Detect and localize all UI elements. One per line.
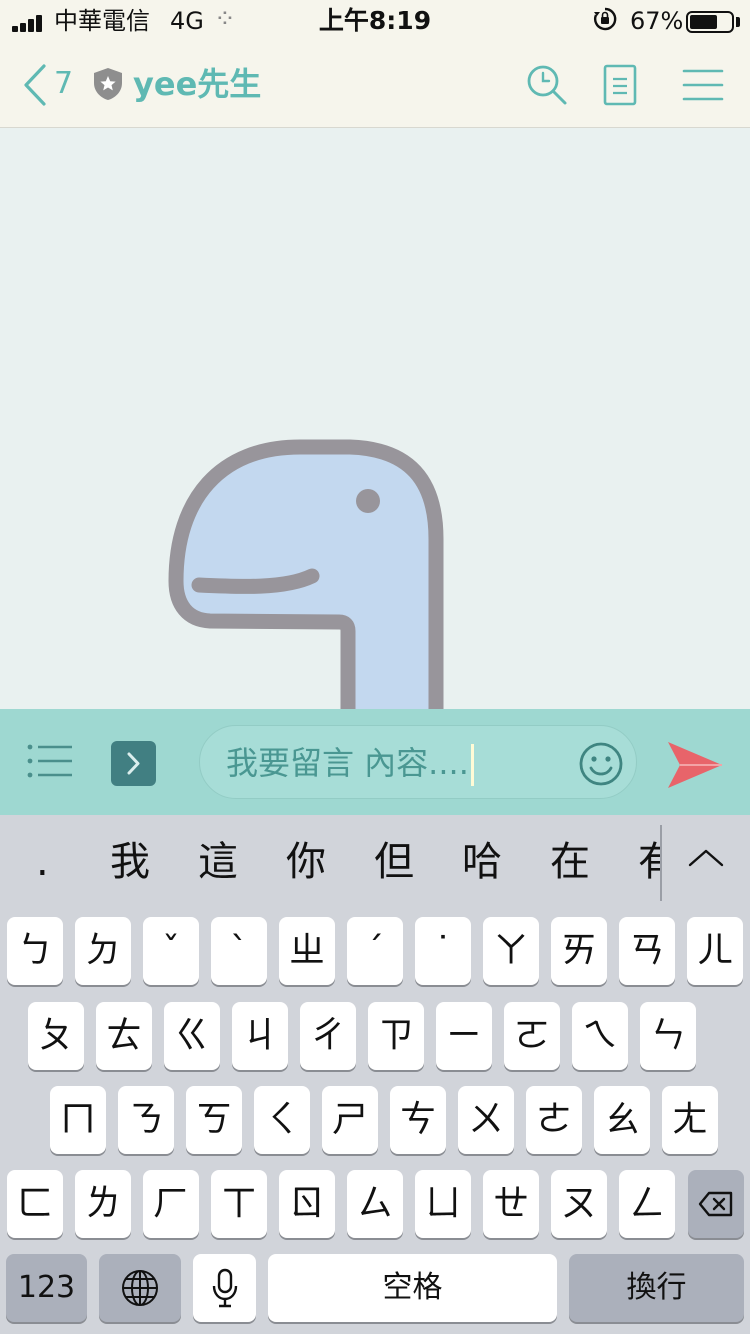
key-bopomofo[interactable]: ㄅ bbox=[7, 917, 63, 985]
key-tone[interactable]: ˋ bbox=[211, 917, 267, 985]
key-bopomofo[interactable]: ㄦ bbox=[687, 917, 743, 985]
key-bopomofo[interactable]: ㄑ bbox=[254, 1086, 310, 1154]
hamburger-icon[interactable] bbox=[680, 62, 726, 108]
candidate-word[interactable]: 在 bbox=[550, 837, 590, 887]
candidate-overflow: 有 bbox=[638, 815, 660, 909]
globe-key[interactable] bbox=[99, 1254, 181, 1322]
candidate-word[interactable]: 但 bbox=[374, 837, 414, 887]
key-bopomofo[interactable]: ㄤ bbox=[662, 1086, 718, 1154]
key-bopomofo[interactable]: ㄈ bbox=[7, 1170, 63, 1238]
rotation-lock-icon bbox=[594, 7, 617, 31]
key-bopomofo[interactable]: ㄆ bbox=[28, 1002, 84, 1070]
candidate-word[interactable]: 我 bbox=[110, 837, 150, 887]
unread-count[interactable]: 7 bbox=[54, 66, 73, 102]
list-icon[interactable] bbox=[26, 741, 74, 781]
key-bopomofo[interactable]: ㄘ bbox=[390, 1086, 446, 1154]
key-bopomofo[interactable]: ㄖ bbox=[279, 1170, 335, 1238]
candidate-word[interactable]: 哈 bbox=[462, 837, 502, 887]
candidate-bar: . 我 這 你 但 哈 在 有 bbox=[0, 815, 750, 909]
status-bar: 中華電信 4G ⁘ 上午8:19 67% bbox=[0, 0, 750, 44]
message-input-text[interactable]: 我要留言 內容.... bbox=[226, 744, 469, 782]
dictation-key[interactable] bbox=[193, 1254, 256, 1322]
chat-area[interactable] bbox=[0, 129, 750, 709]
chevron-left-icon bbox=[24, 64, 46, 106]
key-bopomofo[interactable]: ㄜ bbox=[526, 1086, 582, 1154]
key-bopomofo[interactable]: ㄎ bbox=[186, 1086, 242, 1154]
key-bopomofo[interactable]: ㄢ bbox=[619, 917, 675, 985]
candidate-divider bbox=[660, 825, 662, 901]
key-bopomofo[interactable]: ㄠ bbox=[594, 1086, 650, 1154]
key-bopomofo[interactable]: ㄣ bbox=[640, 1002, 696, 1070]
key-bopomofo[interactable]: ㄗ bbox=[368, 1002, 424, 1070]
key-bopomofo[interactable]: ㄓ bbox=[279, 917, 335, 985]
key-bopomofo[interactable]: ㄟ bbox=[572, 1002, 628, 1070]
key-bopomofo[interactable]: ㄇ bbox=[50, 1086, 106, 1154]
key-tone[interactable]: ˇ bbox=[143, 917, 199, 985]
message-input[interactable]: 我要留言 內容.... bbox=[199, 725, 637, 799]
candidate-word[interactable]: 你 bbox=[286, 837, 326, 887]
key-bopomofo[interactable]: ㄐ bbox=[232, 1002, 288, 1070]
space-key[interactable]: 空格 bbox=[268, 1254, 557, 1322]
key-bopomofo[interactable]: ㄕ bbox=[322, 1086, 378, 1154]
candidate-word[interactable]: 有 bbox=[638, 837, 660, 887]
key-bopomofo[interactable]: ㄊ bbox=[96, 1002, 152, 1070]
key-bopomofo[interactable]: ㄨ bbox=[458, 1086, 514, 1154]
key-bopomofo[interactable]: ㄥ bbox=[619, 1170, 675, 1238]
key-bopomofo[interactable]: ㄛ bbox=[504, 1002, 560, 1070]
key-bopomofo[interactable]: ㄋ bbox=[118, 1086, 174, 1154]
battery-percent: 67% bbox=[630, 7, 684, 35]
keyboard: . 我 這 你 但 哈 在 有 ㄅ ㄉ ˇ ˋ ㄓ ˊ ˙ ㄚ ㄞ ㄢ ㄦ ㄆ … bbox=[0, 815, 750, 1334]
backspace-icon bbox=[698, 1191, 733, 1217]
key-bopomofo[interactable]: ㄍ bbox=[164, 1002, 220, 1070]
paper-plane-icon[interactable] bbox=[666, 738, 724, 792]
dinosaur-sticker bbox=[168, 439, 444, 709]
key-bopomofo[interactable]: ㄒ bbox=[211, 1170, 267, 1238]
shield-star-icon bbox=[94, 68, 122, 100]
key-bopomofo[interactable]: ㄌ bbox=[75, 1170, 131, 1238]
key-bopomofo[interactable]: ㄧ bbox=[436, 1002, 492, 1070]
numbers-key[interactable]: 123 bbox=[6, 1254, 87, 1322]
battery-tip bbox=[736, 17, 740, 27]
key-bopomofo[interactable]: ㄉ bbox=[75, 917, 131, 985]
chevron-right-icon[interactable] bbox=[111, 741, 156, 786]
smiley-icon[interactable] bbox=[578, 741, 624, 787]
key-bopomofo[interactable]: ㄙ bbox=[347, 1170, 403, 1238]
top-bar: 中華電信 4G ⁘ 上午8:19 67% 7 yee先生 bbox=[0, 0, 750, 128]
text-caret bbox=[470, 744, 474, 786]
key-bopomofo[interactable]: ㄚ bbox=[483, 917, 539, 985]
key-bopomofo[interactable]: ㄡ bbox=[551, 1170, 607, 1238]
delete-key[interactable] bbox=[688, 1170, 744, 1238]
chevron-up-icon[interactable] bbox=[680, 839, 732, 879]
microphone-icon bbox=[212, 1268, 237, 1308]
globe-icon bbox=[122, 1270, 158, 1306]
key-bopomofo[interactable]: ㄏ bbox=[143, 1170, 199, 1238]
key-tone[interactable]: ˊ bbox=[347, 917, 403, 985]
candidate-word[interactable]: 這 bbox=[198, 837, 238, 887]
candidate-word[interactable]: . bbox=[36, 837, 49, 887]
message-composer: 我要留言 內容.... bbox=[0, 709, 750, 815]
key-bopomofo[interactable]: ㄝ bbox=[483, 1170, 539, 1238]
key-bopomofo[interactable]: ㄞ bbox=[551, 917, 607, 985]
key-bopomofo[interactable]: ㄩ bbox=[415, 1170, 471, 1238]
note-icon[interactable] bbox=[598, 62, 644, 108]
chat-title[interactable]: yee先生 bbox=[133, 64, 261, 104]
return-key[interactable]: 換行 bbox=[569, 1254, 744, 1322]
key-bopomofo[interactable]: ㄔ bbox=[300, 1002, 356, 1070]
key-tone[interactable]: ˙ bbox=[415, 917, 471, 985]
battery-icon bbox=[686, 11, 734, 33]
search-icon[interactable] bbox=[524, 62, 570, 108]
